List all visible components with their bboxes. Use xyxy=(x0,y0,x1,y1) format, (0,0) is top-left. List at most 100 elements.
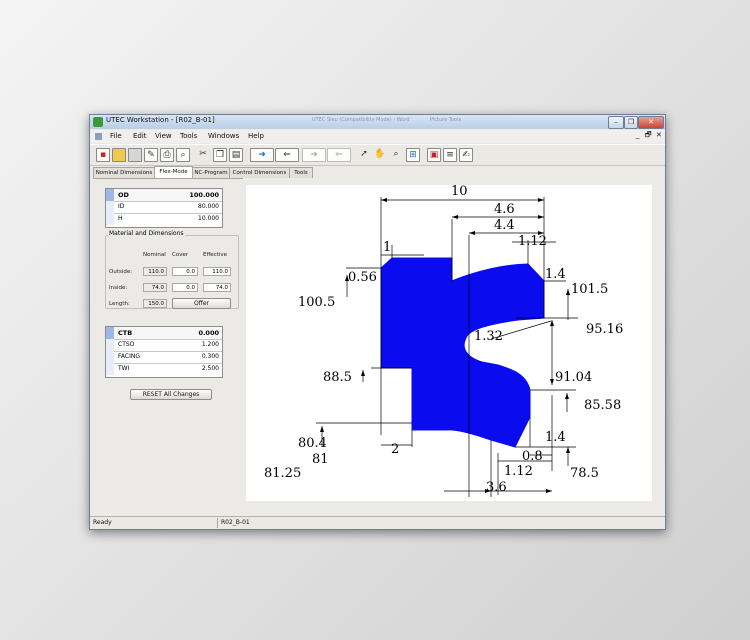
menu-help[interactable]: Help xyxy=(248,132,264,140)
inside-nominal-field: 74.0 xyxy=(143,283,167,292)
row-selector[interactable] xyxy=(106,189,114,201)
new-icon[interactable]: ▪ xyxy=(96,148,110,162)
menu-bar: File Edit View Tools Windows Help _ 🗗 ✕ xyxy=(90,130,665,143)
dim-1-32: 1.32 xyxy=(474,329,503,344)
disabled-export-icon: ➜ xyxy=(302,148,326,162)
dim-10: 10 xyxy=(451,185,468,199)
row-selector[interactable] xyxy=(106,213,114,225)
close-button[interactable]: ✕ xyxy=(638,116,664,129)
row-value[interactable]: 2.500 xyxy=(202,363,219,375)
row-value[interactable]: 100.000 xyxy=(189,189,219,201)
seal-profile-drawing: 10 4.6 4.4 1 1.12 0.56 1.4 101.5 100.5 9… xyxy=(264,184,623,497)
dim-91-04: 91.04 xyxy=(555,370,592,385)
row-value[interactable]: 10.000 xyxy=(198,213,219,225)
row-selector[interactable] xyxy=(106,327,114,339)
status-file: R02_B-01 xyxy=(221,519,250,526)
zoom-icon[interactable]: ⌕ xyxy=(390,148,402,160)
hand-icon[interactable]: ✋ xyxy=(374,148,386,160)
minimize-button[interactable]: – xyxy=(608,116,624,129)
dim-88-5: 88.5 xyxy=(323,370,352,385)
dim-1-4-top: 1.4 xyxy=(545,267,566,282)
length-label: Length: xyxy=(109,301,130,307)
tab-tools[interactable]: Tools xyxy=(289,167,313,178)
menu-edit[interactable]: Edit xyxy=(133,132,147,140)
paste-icon[interactable]: ▤ xyxy=(229,148,243,162)
print-icon[interactable]: ⎙ xyxy=(160,148,174,162)
find-icon[interactable]: ⌕ xyxy=(176,148,190,162)
tab-control-dimensions[interactable]: Control Dimensions xyxy=(229,167,290,178)
dim-1-12-top: 1.12 xyxy=(518,234,547,249)
menu-view[interactable]: View xyxy=(155,132,172,140)
parameters-grid: CTB 0.000 CTSO 1.200 FACING 0.300 TWI 2.… xyxy=(105,326,223,378)
dim-2: 2 xyxy=(391,442,399,457)
offer-button[interactable]: Offer xyxy=(172,298,231,309)
menu-windows[interactable]: Windows xyxy=(208,132,239,140)
row-selector[interactable] xyxy=(106,201,114,213)
zoom-fit-icon[interactable]: ⊞ xyxy=(406,148,420,162)
inside-cover-field[interactable]: 0.0 xyxy=(172,283,198,292)
row-value[interactable]: 0.300 xyxy=(202,351,219,363)
export-icon[interactable]: ➜ xyxy=(250,148,274,162)
tab-nominal-dimensions[interactable]: Nominal Dimensions xyxy=(93,167,155,178)
outside-nominal-field: 110.0 xyxy=(143,267,167,276)
dim-3-6: 3.6 xyxy=(486,480,507,495)
status-bar: Ready R02_B-01 xyxy=(90,516,665,529)
background-window-title-2: Picture Tools xyxy=(430,117,462,123)
row-value[interactable]: 1.200 xyxy=(202,339,219,351)
dim-95-16: 95.16 xyxy=(586,322,623,337)
background-window-title: UTEC Sieu (Compatibility Mode) - Word xyxy=(312,117,410,123)
row-label: OD xyxy=(118,191,129,199)
inside-label: Inside: xyxy=(109,285,128,291)
group-title: Material and Dimensions xyxy=(108,230,185,237)
row-label: ID xyxy=(118,203,125,210)
dim-1-4-bottom: 1.4 xyxy=(545,430,566,445)
reset-all-changes-button[interactable]: RESET All Changes xyxy=(130,389,212,400)
status-separator xyxy=(217,518,218,528)
parameters-panel: OD 100.000 ID 80.000 H 10.000 Material a… xyxy=(93,178,243,513)
dim-101-5: 101.5 xyxy=(571,282,608,297)
row-label: TWI xyxy=(118,365,130,372)
grid-row-twi[interactable]: TWI 2.500 xyxy=(106,363,222,375)
outside-effective-field[interactable]: 110.0 xyxy=(203,267,231,276)
copy-icon[interactable]: ❐ xyxy=(213,148,227,162)
dim-81: 81 xyxy=(312,452,329,467)
drawing-canvas[interactable]: 10 4.6 4.4 1 1.12 0.56 1.4 101.5 100.5 9… xyxy=(246,184,652,501)
report-icon[interactable]: ≡ xyxy=(443,148,457,162)
row-selector[interactable] xyxy=(106,351,114,363)
pointer-icon[interactable]: ➚ xyxy=(358,148,370,160)
document-icon xyxy=(95,133,102,140)
status-ready: Ready xyxy=(93,519,112,526)
toolbar: ▪ ✎ ⎙ ⌕ ✂ ❐ ▤ ➜ ⇐ ➜ ⇐ ➚ ✋ ⌕ ⊞ ▣ ≡ ✍ xyxy=(90,144,665,166)
save-icon[interactable] xyxy=(128,148,142,162)
app-window: UTEC Workstation - [R02_B-01] UTEC Sieu … xyxy=(89,114,666,530)
row-label: H xyxy=(118,215,123,222)
row-value[interactable]: 0.000 xyxy=(198,327,219,339)
dim-1: 1 xyxy=(383,240,391,255)
edit-icon[interactable]: ✎ xyxy=(144,148,158,162)
mdi-minimize-button[interactable]: _ xyxy=(636,131,640,139)
length-nominal-field: 150.0 xyxy=(143,299,167,308)
outside-cover-field[interactable]: 0.0 xyxy=(172,267,198,276)
menu-tools[interactable]: Tools xyxy=(180,132,197,140)
menu-file[interactable]: File xyxy=(110,132,122,140)
row-selector[interactable] xyxy=(106,363,114,375)
tab-nc-program[interactable]: NC-Program xyxy=(192,167,230,178)
window-title: UTEC Workstation - [R02_B-01] xyxy=(106,116,215,124)
row-selector[interactable] xyxy=(106,339,114,351)
dim-0-8: 0.8 xyxy=(522,449,543,464)
open-icon[interactable] xyxy=(112,148,126,162)
import-icon[interactable]: ⇐ xyxy=(275,148,299,162)
cut-icon[interactable]: ✂ xyxy=(197,148,209,160)
grid-row-h[interactable]: H 10.000 xyxy=(106,213,222,225)
row-value[interactable]: 80.000 xyxy=(198,201,219,213)
row-label: CTB xyxy=(118,329,133,337)
mdi-close-button[interactable]: ✕ xyxy=(656,131,662,139)
outside-label: Outside: xyxy=(109,269,133,275)
inside-effective-field[interactable]: 74.0 xyxy=(203,283,231,292)
title-bar[interactable]: UTEC Workstation - [R02_B-01] UTEC Sieu … xyxy=(90,115,665,129)
pdf-icon[interactable]: ▣ xyxy=(427,148,441,162)
disabled-import-icon: ⇐ xyxy=(327,148,351,162)
restore-button[interactable]: ❐ xyxy=(624,116,638,129)
notes-icon[interactable]: ✍ xyxy=(459,148,473,162)
mdi-restore-button[interactable]: 🗗 xyxy=(645,131,652,142)
